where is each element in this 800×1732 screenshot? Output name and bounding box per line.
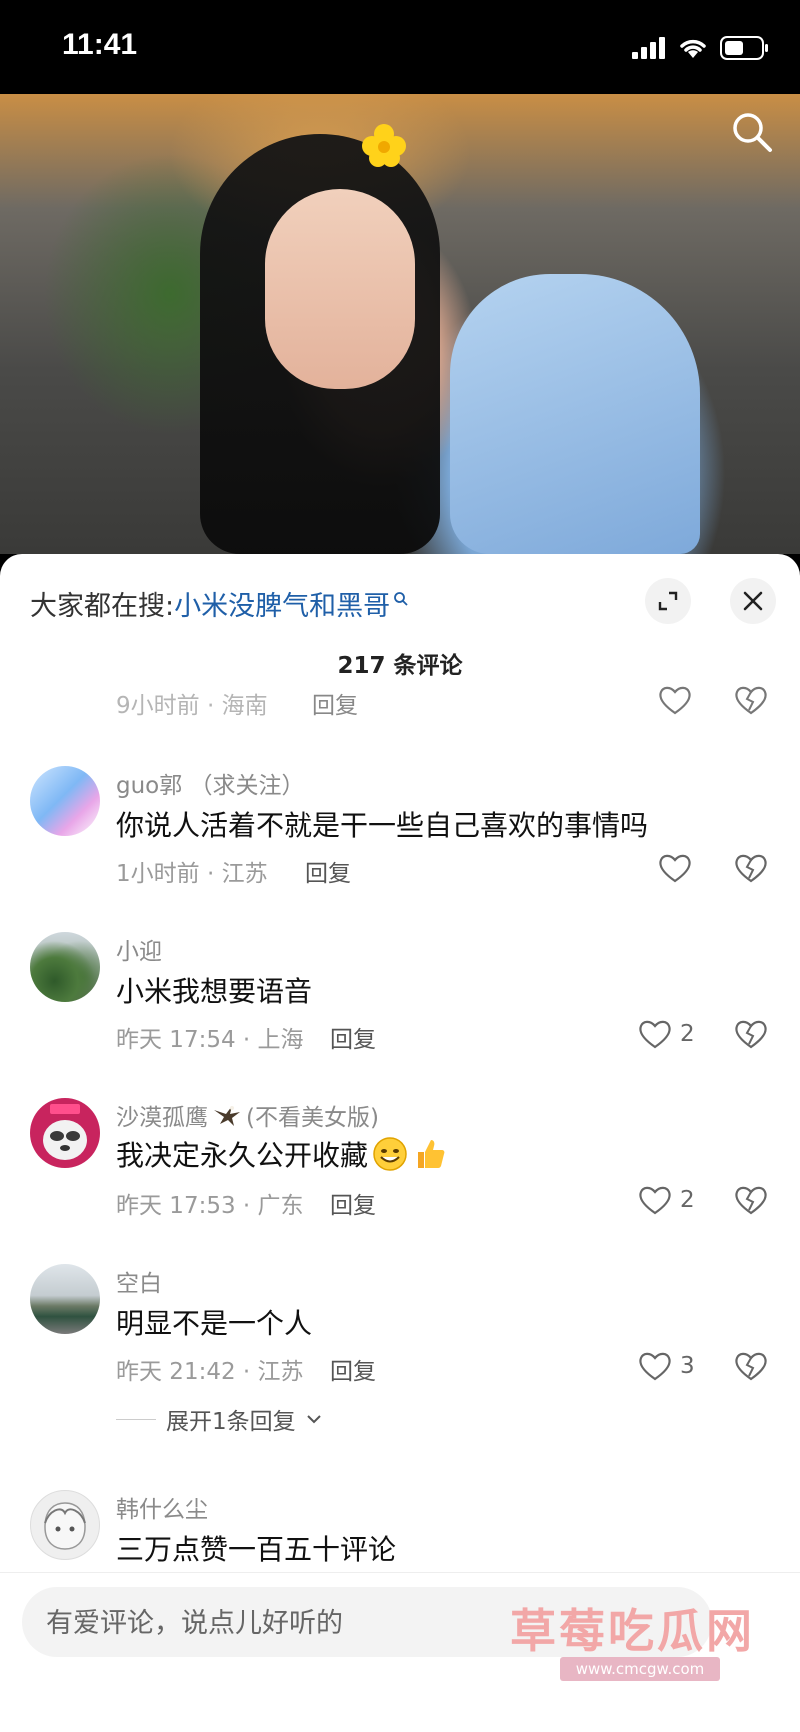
comment-text: 你说人活着不就是干一些自己喜欢的事情吗 xyxy=(116,809,649,842)
dislike-icon[interactable] xyxy=(734,1184,768,1216)
status-bar: 11:41 xyxy=(0,0,800,94)
battery-icon xyxy=(720,36,768,60)
comment-meta: 1小时前 · 江苏 xyxy=(116,861,268,887)
flower-shape xyxy=(362,124,406,167)
hot-search-keyword[interactable]: 小米没脾气和黑哥 xyxy=(174,584,390,623)
like-icon[interactable] xyxy=(658,684,692,716)
hot-search[interactable]: 大家都在搜: 小米没脾气和黑哥 xyxy=(30,584,409,623)
like-icon[interactable] xyxy=(658,852,692,884)
reply-button[interactable]: 回复 xyxy=(330,1020,376,1054)
avatar[interactable] xyxy=(30,1490,100,1560)
smile-emoji-icon xyxy=(373,1137,407,1171)
expand-button[interactable] xyxy=(645,578,691,624)
comment-text: 小米我想要语音 xyxy=(116,975,313,1008)
wifi-icon xyxy=(680,39,706,58)
avatar[interactable] xyxy=(30,1264,100,1334)
comment-text: 明显不是一个人 xyxy=(116,1307,313,1340)
close-button[interactable] xyxy=(730,578,776,624)
comment-item: 空白 明显不是一个人 昨天 21:42 · 江苏 回复 3 展开1条回复 xyxy=(0,1264,800,1464)
comments-sheet: 大家都在搜: 小米没脾气和黑哥 217 条评论 9小时前 · 海南 回复 guo… xyxy=(0,554,800,1731)
reply-button[interactable]: 回复 xyxy=(305,854,351,888)
video-figure-sleeve xyxy=(450,274,700,554)
comment-text: 我决定永久公开收藏 xyxy=(116,1134,448,1174)
comment-item: guo郭 （求关注） 你说人活着不就是干一些自己喜欢的事情吗 1小时前 · 江苏… xyxy=(0,766,800,916)
chevron-down-icon xyxy=(306,1415,321,1424)
expand-divider xyxy=(116,1418,156,1420)
comment-author[interactable]: 小迎 xyxy=(116,932,162,966)
comment-meta: 昨天 17:53 · 广东 xyxy=(116,1193,304,1219)
thumbs-up-icon xyxy=(418,1140,445,1168)
like-icon xyxy=(639,1186,671,1215)
like-button[interactable]: 2 xyxy=(638,1018,695,1050)
avatar-sketch xyxy=(44,1502,86,1550)
like-button[interactable]: 2 xyxy=(638,1184,695,1216)
reply-button[interactable]: 回复 xyxy=(330,1352,376,1386)
comment-text-body: 我决定永久公开收藏 xyxy=(116,1139,369,1172)
hot-search-prefix: 大家都在搜: xyxy=(30,591,175,622)
like-count: 2 xyxy=(680,1021,695,1047)
comment-meta: 昨天 21:42 · 江苏 xyxy=(116,1359,304,1385)
avatar[interactable] xyxy=(30,1098,100,1168)
expand-replies-button[interactable]: 展开1条回复 xyxy=(116,1402,322,1436)
watermark-url: www.cmcgw.com xyxy=(560,1657,720,1681)
like-count: 2 xyxy=(680,1187,695,1213)
like-button[interactable]: 3 xyxy=(638,1350,695,1382)
status-time: 11:41 xyxy=(62,28,138,61)
comment-input-bar: 草莓吃瓜网 www.cmcgw.com xyxy=(0,1572,800,1732)
video-figure-face xyxy=(265,189,415,389)
signal-icon xyxy=(632,37,665,59)
avatar[interactable] xyxy=(30,766,100,836)
like-icon xyxy=(639,1020,671,1049)
avatar[interactable] xyxy=(30,932,100,1002)
eagle-icon xyxy=(214,1106,240,1126)
avatar-character xyxy=(43,1104,87,1160)
comment-meta: 昨天 17:54 · 上海 xyxy=(116,1027,304,1053)
comment-count: 217 条评论 xyxy=(337,653,463,679)
dislike-icon[interactable] xyxy=(734,1350,768,1382)
comment-author[interactable]: guo郭 （求关注） xyxy=(116,766,305,800)
comment-item: 小迎 小米我想要语音 昨天 17:54 · 上海 回复 2 xyxy=(0,932,800,1082)
comment-item: 9小时前 · 海南 回复 xyxy=(0,686,800,730)
comment-author-suffix: (不看美女版) xyxy=(246,1105,379,1131)
dislike-icon[interactable] xyxy=(734,684,768,716)
search-icon[interactable] xyxy=(730,110,774,154)
expand-icon xyxy=(658,591,678,611)
comment-author-name: 沙漠孤鹰 xyxy=(116,1105,208,1131)
reply-button[interactable]: 回复 xyxy=(330,1186,376,1220)
reply-button[interactable]: 回复 xyxy=(312,686,358,720)
video-player[interactable] xyxy=(0,94,800,554)
dislike-icon[interactable] xyxy=(734,1018,768,1050)
small-search-icon xyxy=(394,591,408,606)
comment-author[interactable]: 沙漠孤鹰 (不看美女版) xyxy=(116,1098,379,1132)
status-icons xyxy=(632,36,770,60)
expand-replies-label: 展开1条回复 xyxy=(166,1409,296,1435)
comment-meta: 9小时前 · 海南 xyxy=(116,693,268,719)
watermark-text: 草莓吃瓜网 xyxy=(510,1604,755,1658)
like-icon xyxy=(639,1352,671,1381)
close-icon xyxy=(743,591,763,611)
comment-author[interactable]: 空白 xyxy=(116,1264,162,1298)
dislike-icon[interactable] xyxy=(734,852,768,884)
comment-item: 沙漠孤鹰 (不看美女版) 我决定永久公开收藏 昨天 17:53 · 广东 回复 xyxy=(0,1098,800,1248)
comment-author[interactable]: 韩什么尘 xyxy=(116,1490,208,1524)
like-count: 3 xyxy=(680,1353,695,1379)
comment-text: 三万点赞一百五十评论 xyxy=(116,1533,397,1566)
